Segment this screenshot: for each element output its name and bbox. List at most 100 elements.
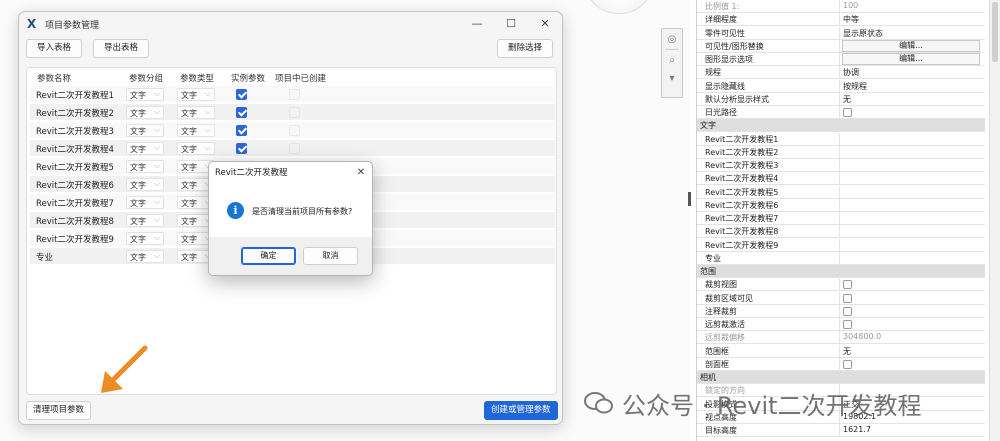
zoom-icon[interactable]: ⌕ bbox=[664, 54, 680, 68]
parameter-name-cell[interactable]: Revit二次开发教程4 bbox=[36, 143, 114, 155]
property-value[interactable]: 1621.7 bbox=[839, 424, 985, 436]
property-checkbox[interactable] bbox=[843, 306, 852, 316]
property-value[interactable]: 显示原状态 bbox=[839, 26, 985, 39]
scrollbar-thumb[interactable] bbox=[992, 2, 998, 62]
navigation-bar[interactable]: ◎ ⌕ ▾ bbox=[661, 28, 683, 98]
column-header[interactable]: 项目中已创建 bbox=[275, 72, 326, 84]
property-row[interactable]: 默认分析显示样式 无 bbox=[697, 92, 985, 106]
maximize-button[interactable]: ☐ bbox=[494, 12, 528, 36]
parameter-name-cell[interactable]: Revit二次开发教程5 bbox=[36, 161, 114, 173]
edit-button[interactable]: 编辑... bbox=[842, 39, 980, 52]
delete-selection-button[interactable]: 删除选择 bbox=[497, 39, 554, 58]
property-row[interactable]: Revit二次开发教程5 bbox=[697, 185, 985, 199]
parameter-name-cell[interactable]: Revit二次开发教程7 bbox=[36, 197, 114, 209]
property-value[interactable]: 按规程 bbox=[839, 79, 985, 92]
parameter-group-select[interactable]: 文字 ⌵ bbox=[126, 106, 164, 119]
property-checkbox[interactable] bbox=[843, 280, 852, 290]
parameter-name-cell[interactable]: Revit二次开发教程9 bbox=[36, 233, 114, 245]
chevron-down-icon[interactable]: ▾ bbox=[664, 72, 680, 86]
property-value[interactable] bbox=[839, 318, 985, 330]
clear-project-parameters-button[interactable]: 清理项目参数 bbox=[26, 401, 92, 420]
ok-button[interactable]: 确定 bbox=[241, 247, 296, 265]
parameter-group-select[interactable]: 文字 ⌵ bbox=[126, 142, 164, 155]
property-value[interactable] bbox=[839, 251, 985, 264]
column-header[interactable]: 参数分组 bbox=[129, 72, 163, 84]
table-row[interactable]: Revit二次开发教程4 文字 ⌵ 文字 ⌵ bbox=[30, 140, 555, 157]
property-value[interactable] bbox=[839, 357, 985, 370]
property-row[interactable]: 图形显示选项 编辑... bbox=[697, 53, 985, 66]
column-header[interactable]: 参数名称 bbox=[37, 72, 71, 84]
property-row[interactable]: Revit二次开发教程7 bbox=[697, 212, 985, 225]
property-value[interactable]: 无 bbox=[839, 344, 985, 357]
parameter-group-select[interactable]: 文字 ⌵ bbox=[126, 178, 164, 191]
property-value[interactable]: 协调 bbox=[839, 66, 985, 79]
property-value[interactable] bbox=[839, 172, 985, 185]
property-row[interactable]: 规程 协调 bbox=[697, 66, 985, 80]
property-value[interactable]: 中等 bbox=[839, 13, 985, 26]
full-navigation-wheel-icon[interactable]: ◎ bbox=[664, 33, 680, 47]
dialog-close-button[interactable]: ✕ bbox=[350, 167, 372, 178]
property-row[interactable]: 远剪裁激活 bbox=[697, 318, 985, 331]
property-value[interactable]: 无 bbox=[839, 92, 985, 105]
parameter-name-cell[interactable]: Revit二次开发教程1 bbox=[36, 89, 114, 101]
property-checkbox[interactable] bbox=[843, 108, 852, 117]
property-value[interactable] bbox=[839, 132, 985, 145]
parameter-group-select[interactable]: 文字 ⌵ bbox=[126, 160, 164, 173]
property-row[interactable]: Revit二次开发教程8 bbox=[697, 225, 985, 239]
property-row[interactable]: 范围框 无 bbox=[697, 344, 985, 358]
property-row[interactable]: Revit二次开发教程9 bbox=[697, 238, 985, 252]
property-value[interactable] bbox=[839, 278, 985, 291]
instance-parameter-checkbox[interactable] bbox=[236, 125, 247, 136]
property-value[interactable] bbox=[839, 225, 985, 238]
instance-parameter-checkbox[interactable] bbox=[236, 107, 247, 118]
panel-splitter[interactable] bbox=[688, 192, 691, 206]
minimize-button[interactable]: — bbox=[460, 12, 494, 36]
property-value[interactable] bbox=[839, 291, 985, 304]
parameter-group-select[interactable]: 文字 ⌵ bbox=[126, 124, 164, 137]
parameter-name-cell[interactable]: Revit二次开发教程2 bbox=[36, 107, 114, 119]
table-row[interactable]: Revit二次开发教程3 文字 ⌵ 文字 ⌵ bbox=[30, 122, 555, 139]
property-value[interactable]: 100 bbox=[839, 0, 985, 12]
property-value[interactable] bbox=[839, 304, 985, 317]
property-value[interactable]: 编辑... bbox=[839, 53, 985, 65]
property-row[interactable]: 日光路径 bbox=[697, 106, 985, 119]
property-value[interactable] bbox=[839, 185, 985, 198]
property-row[interactable]: Revit二次开发教程6 bbox=[697, 198, 985, 212]
window-titlebar[interactable]: X 项目参数管理 — ☐ ✕ bbox=[19, 12, 562, 36]
column-header[interactable]: 参数类型 bbox=[180, 72, 214, 84]
import-table-button[interactable]: 导入表格 bbox=[26, 39, 83, 58]
property-row[interactable]: 显示隐藏线 按规程 bbox=[697, 79, 985, 93]
parameter-name-cell[interactable]: Revit二次开发教程6 bbox=[36, 179, 114, 191]
property-row[interactable]: 远剪裁偏移 304800.0 bbox=[697, 331, 985, 345]
property-row[interactable]: 专业 bbox=[697, 251, 985, 265]
property-row[interactable]: 注释裁剪 bbox=[697, 304, 985, 318]
property-row[interactable]: Revit二次开发教程2 bbox=[697, 145, 985, 159]
table-row[interactable]: Revit二次开发教程2 文字 ⌵ 文字 ⌵ bbox=[30, 104, 555, 121]
properties-section-header[interactable]: 范围 bbox=[697, 265, 985, 278]
property-row[interactable]: 目标高度 1621.7 bbox=[697, 424, 985, 437]
export-table-button[interactable]: 导出表格 bbox=[93, 39, 150, 58]
properties-scrollbar[interactable] bbox=[989, 0, 1000, 441]
property-row[interactable]: 零件可见性 显示原状态 bbox=[697, 26, 985, 40]
parameter-type-select[interactable]: 文字 ⌵ bbox=[177, 106, 215, 119]
parameter-name-cell[interactable]: Revit二次开发教程3 bbox=[36, 125, 114, 137]
parameter-group-select[interactable]: 文字 ⌵ bbox=[126, 196, 164, 209]
parameter-type-select[interactable]: 文字 ⌵ bbox=[177, 88, 215, 101]
instance-parameter-checkbox[interactable] bbox=[236, 143, 247, 154]
property-value[interactable] bbox=[839, 238, 985, 251]
property-row[interactable]: 可见性/图形替换 编辑... bbox=[697, 39, 985, 53]
cancel-button[interactable]: 取消 bbox=[303, 247, 358, 265]
property-row[interactable]: 比例值 1: 100 bbox=[697, 0, 985, 13]
column-header[interactable]: 实例参数 bbox=[231, 72, 265, 84]
property-row[interactable]: Revit二次开发教程3 bbox=[697, 159, 985, 172]
property-row[interactable]: 裁剪区域可见 bbox=[697, 291, 985, 305]
properties-section-header[interactable]: 文字 bbox=[697, 119, 985, 133]
close-button[interactable]: ✕ bbox=[528, 12, 562, 36]
property-checkbox[interactable] bbox=[843, 359, 852, 369]
dialog-titlebar[interactable]: Revit二次开发教程 ✕ bbox=[209, 162, 372, 182]
property-row[interactable]: Revit二次开发教程1 bbox=[697, 132, 985, 146]
parameter-type-select[interactable]: 文字 ⌵ bbox=[177, 142, 215, 155]
table-row[interactable]: Revit二次开发教程1 文字 ⌵ 文字 ⌵ bbox=[30, 86, 555, 103]
property-row[interactable]: 详细程度 中等 bbox=[697, 13, 985, 27]
property-value[interactable] bbox=[839, 145, 985, 158]
